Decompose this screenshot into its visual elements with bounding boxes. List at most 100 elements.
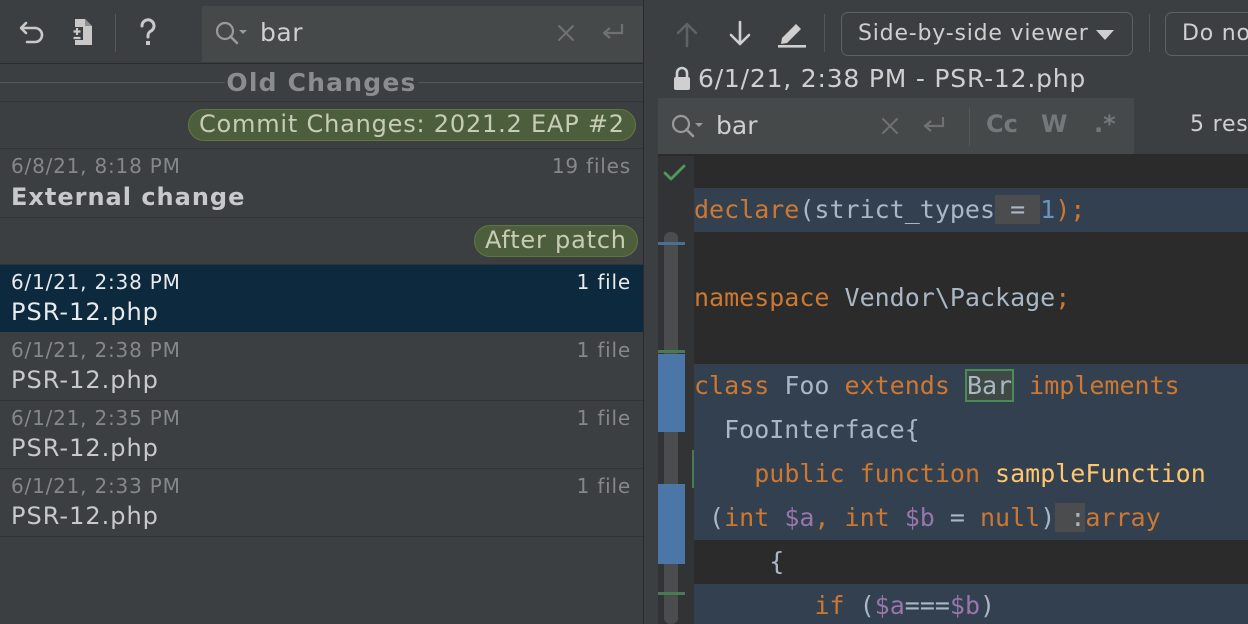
code-token: === [904,591,950,620]
find-bar: bar Cc W .* 5 resu [658,98,1248,155]
words-toggle[interactable]: W [1041,110,1067,138]
code-token: public [754,459,845,488]
toolbar-divider [0,63,643,64]
panel-splitter[interactable] [643,0,658,624]
history-entry[interactable]: 6/1/21, 2:38 PM 1 file PSR-12.php [0,265,643,332]
toolbar-separator [1149,14,1150,52]
entry-file-count: 1 file [576,474,631,498]
code-token: array [1085,503,1161,532]
file-title-text: 6/1/21, 2:38 PM - PSR-12.php [698,64,1087,93]
code-line: { [694,540,1248,584]
undo-icon [19,21,44,44]
history-entry[interactable]: 6/1/21, 2:33 PM 1 file PSR-12.php [0,469,643,536]
code-line: FooInterface{ [694,408,1248,452]
entry-file-count: 1 file [576,338,631,362]
code-token: (strict_types [799,195,996,224]
entry-date: 6/1/21, 2:38 PM [11,270,181,294]
change-marker [658,350,685,353]
search-icon[interactable] [214,20,254,48]
history-panel: bar Old Changes Commit Changes: 2021.2 E… [0,0,643,624]
code-line: namespace Vendor\Package; [694,276,1248,320]
row-divider [0,536,643,537]
row-divider [0,101,643,102]
code-token: : [1055,503,1086,532]
code-token: { [694,547,785,576]
clear-icon[interactable] [554,21,578,45]
code-token: Vendor\Package [829,283,1056,312]
code-token: ) [980,591,996,620]
code-token: null [980,503,1041,532]
viewer-mode-dropdown[interactable]: Side-by-side viewer [841,12,1133,56]
code-line: if ($a===$b) [694,584,1248,624]
history-search-field[interactable]: bar [202,6,643,62]
code-token: ; [1055,283,1071,312]
newline-icon[interactable] [920,114,948,140]
entry-file-count: 1 file [576,270,631,294]
lock-icon [674,66,690,90]
history-toolbar: bar [0,0,643,64]
code-token: ); [1055,195,1086,224]
code-token: sampleFunction [980,459,1206,488]
regex-toggle[interactable]: .* [1094,110,1116,138]
toolbar-separator [824,14,825,52]
entry-date: 6/1/21, 2:35 PM [11,406,181,430]
entry-file-count: 19 files [551,154,631,178]
entry-file-count: 1 file [576,406,631,430]
question-icon [140,18,156,45]
match-case-toggle[interactable]: Cc [986,110,1018,138]
code-line: public function sampleFunction [694,452,1248,496]
check-icon [663,164,686,181]
code-token: int [844,503,890,532]
header-rule-right [418,82,643,83]
diff-panel: Side-by-side viewer Do no 6/1/21, 2:38 P… [658,0,1248,624]
toolbar-separator [115,14,116,52]
code-token: , [814,503,845,532]
edit-source-icon[interactable] [776,18,808,48]
code-token: class [694,371,770,400]
after-patch-badge: After patch [474,225,638,257]
code-token: $a [874,591,905,620]
revert-button[interactable] [10,10,54,54]
diff-file-title: 6/1/21, 2:38 PM - PSR-12.php [658,64,1248,98]
search-icon[interactable] [670,113,710,141]
ignore-policy-label: Do no [1182,21,1248,46]
code-token: implements [1014,371,1180,400]
row-divider [0,217,643,218]
next-difference-icon[interactable] [727,20,753,48]
entry-name: PSR-12.php [11,298,159,326]
ignore-policy-dropdown[interactable]: Do no [1165,12,1248,56]
clear-icon[interactable] [878,114,902,138]
change-marker [658,354,685,432]
patch-icon [71,19,92,45]
commit-label-badge: Commit Changes: 2021.2 EAP #2 [188,109,636,141]
create-patch-button[interactable] [60,10,104,54]
entry-date: 6/1/21, 2:33 PM [11,474,181,498]
external-change-entry[interactable]: 6/8/21, 8:18 PM 19 files External change [0,149,643,217]
history-entry[interactable]: 6/1/21, 2:35 PM 1 file PSR-12.php [0,401,643,468]
change-marker [658,242,685,245]
code-token: function [844,459,980,488]
entry-name: PSR-12.php [11,502,159,530]
viewer-mode-label: Side-by-side viewer [858,21,1089,46]
code-line: class Foo extends Bar implements [694,364,1248,408]
code-token: ) [1040,503,1056,532]
change-marker [658,592,685,595]
find-field[interactable]: bar Cc W .* [658,98,1134,154]
search-value: bar [260,18,303,47]
code-token: 1 [1040,195,1056,224]
code-token: int [724,503,770,532]
code-token: namespace [694,283,830,312]
code-token: if [814,591,845,620]
dropdown-arrow-icon [1096,30,1114,40]
history-entry[interactable]: 6/1/21, 2:38 PM 1 file PSR-12.php [0,333,643,400]
previous-difference-icon[interactable] [674,20,700,48]
help-button[interactable] [126,10,170,54]
code-token: $b [949,591,981,620]
diff-toolbar: Side-by-side viewer Do no [658,0,1248,64]
code-token: ( [694,503,725,532]
code-editor[interactable]: declare(strict_types = 1); namespace Ven… [694,156,1248,624]
find-results-count: 5 resu [1190,112,1248,137]
newline-icon[interactable] [599,21,627,47]
